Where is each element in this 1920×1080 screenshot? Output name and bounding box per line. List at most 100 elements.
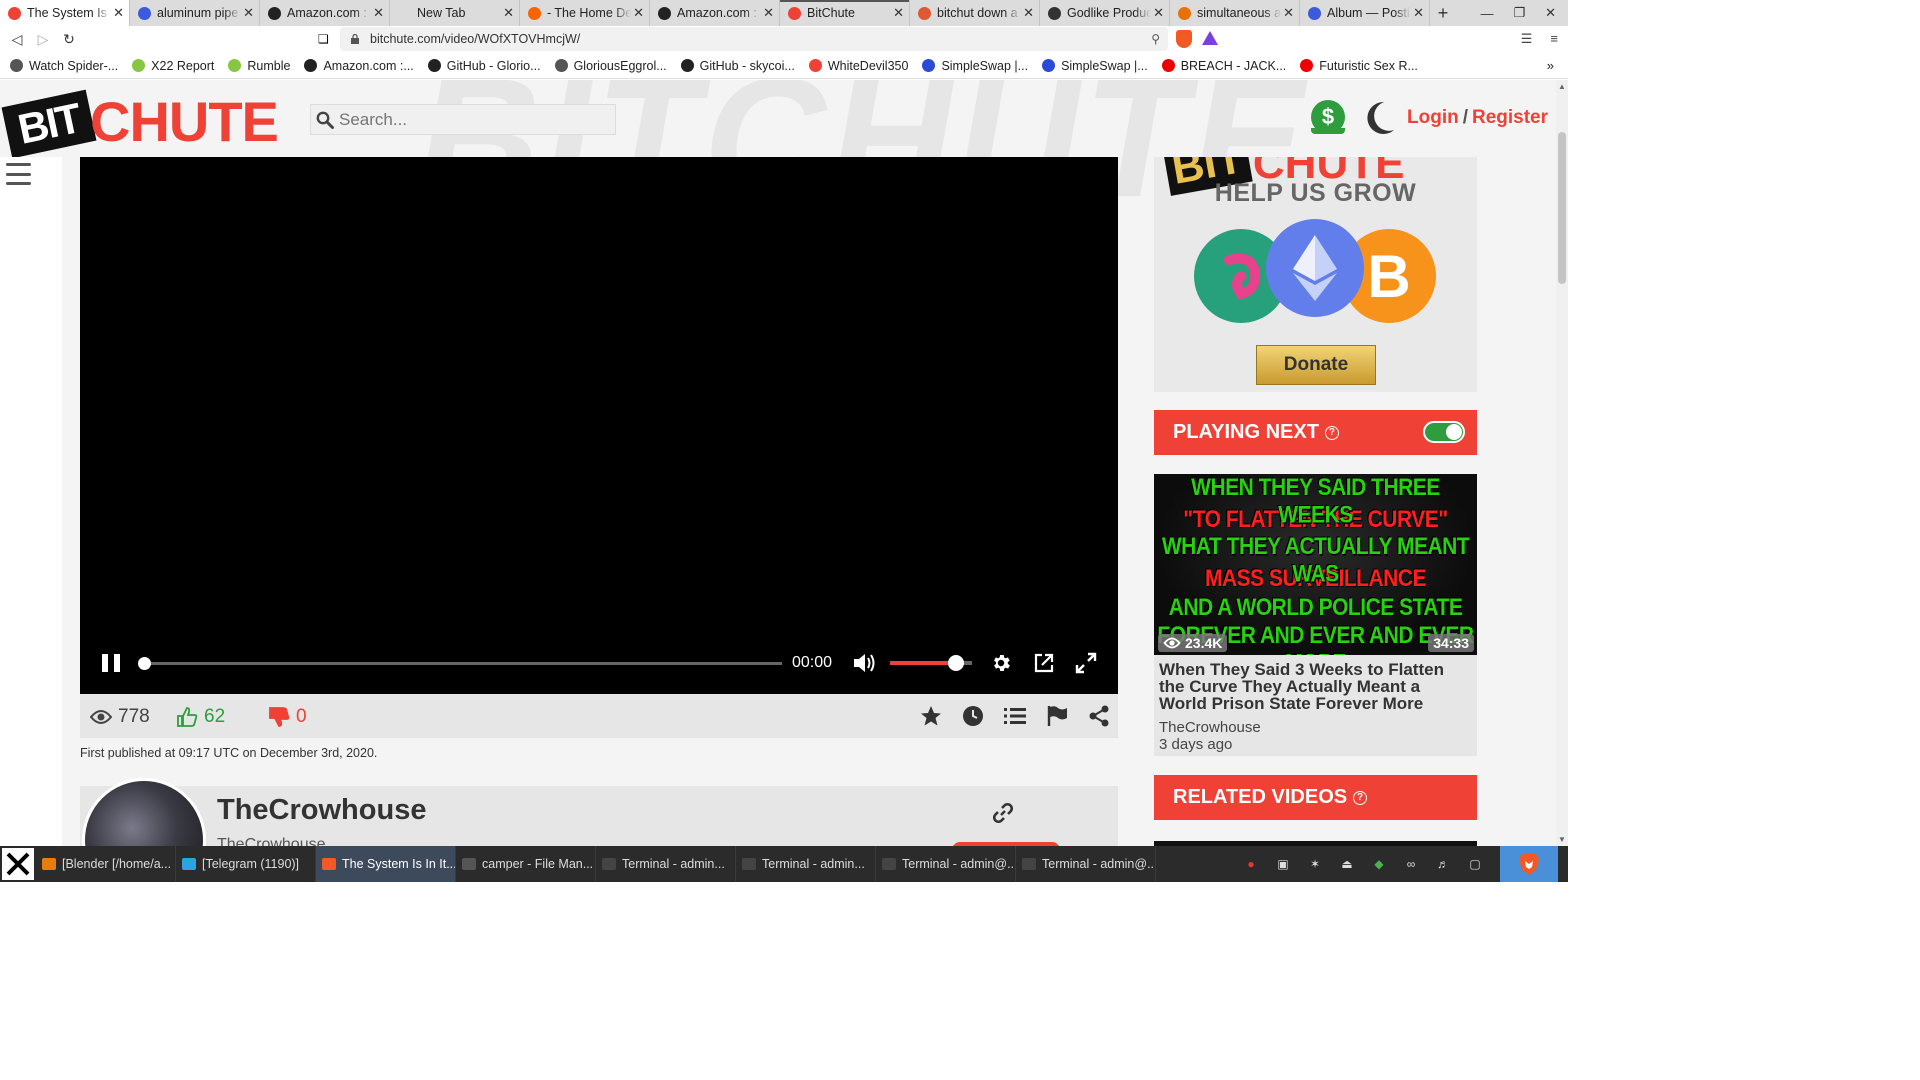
browser-tab[interactable]: Godlike Produc ✕ [1040,0,1170,26]
paperclip-icon[interactable]: ∞ [1404,857,1418,871]
shield-icon[interactable]: ◆ [1372,857,1386,871]
eject-icon[interactable]: ⏏ [1340,857,1354,871]
new-tab-button[interactable]: + [1430,0,1456,26]
donate-banner[interactable]: BIT CHUTE HELP US GROW B Donate [1154,157,1477,392]
taskbar-window-button[interactable]: [Telegram (1190)] [176,846,316,882]
bookmark-item[interactable]: BREACH - JACK... [1161,59,1286,73]
taskbar-window-button[interactable]: [Blender [/home/a... [36,846,176,882]
share-icon[interactable] [1088,705,1110,727]
next-video-channel[interactable]: TheCrowhouse [1159,719,1261,736]
url-bar[interactable]: bitchute.com/video/WOfXTOVHmcjW/ ⚲ [340,27,1168,51]
tab-close-icon[interactable]: ✕ [1283,5,1294,21]
volume-handle[interactable] [947,655,964,671]
taskbar-window-button[interactable]: Terminal - admin@... [876,846,1016,882]
start-menu-x-icon[interactable] [0,846,36,882]
channel-name[interactable]: TheCrowhouse [217,794,426,827]
display-icon[interactable]: ▢ [1468,857,1482,871]
minimize-icon[interactable]: — [1480,6,1493,21]
browser-tab[interactable]: - The Home Depot✕ [520,0,650,26]
bitchute-logo[interactable]: BIT CHUTE [1,89,291,159]
bookmark-item[interactable]: X22 Report [132,59,214,73]
seek-handle[interactable] [138,657,151,670]
taskbar-window-button[interactable]: Terminal - admin... [596,846,736,882]
flag-icon[interactable] [1046,705,1068,727]
tab-close-icon[interactable]: ✕ [113,5,124,21]
browser-tab[interactable]: The System Is In It✕ [0,0,130,26]
browser-tab[interactable]: Album — Posti ✕ [1300,0,1430,26]
browser-tab[interactable]: Amazon.com : A ✕ [650,0,780,26]
scroll-down-icon[interactable]: ▼ [1558,835,1566,844]
watch-later-clock-icon[interactable] [962,705,984,727]
next-video-card[interactable]: FOREVER AND EVER AND EVER MOREAND A WORL… [1154,474,1477,756]
forward-button[interactable]: ▷ [30,27,56,53]
dislike-button[interactable]: 0 [268,706,307,728]
brave-tray-icon[interactable] [1500,846,1558,882]
bookmark-item[interactable]: GitHub - skycoi... [680,59,795,73]
bookmark-item[interactable]: SimpleSwap |... [922,59,1028,73]
playlist-icon[interactable] [1004,705,1026,727]
taskbar-window-button[interactable]: Terminal - admin... [736,846,876,882]
tab-close-icon[interactable]: ✕ [1153,5,1164,21]
donate-button[interactable]: Donate [1256,345,1376,385]
tab-close-icon[interactable]: ✕ [763,5,774,21]
seek-bar[interactable] [138,657,782,670]
bookmark-item[interactable]: Amazon.com :... [304,59,414,73]
back-button[interactable]: ◁ [4,27,30,53]
bookmark-item[interactable]: GloriousEggrol... [554,59,667,73]
volume-slider[interactable] [890,655,972,671]
tab-close-icon[interactable]: ✕ [1413,5,1424,21]
bookmark-item[interactable]: GitHub - Glorio... [427,59,541,73]
help-icon[interactable]: ? [1324,425,1339,440]
reload-button[interactable]: ↻ [56,27,82,53]
browser-tab[interactable]: BitChute ✕ [780,0,910,26]
bookmark-item[interactable]: Watch Spider-... [10,59,118,73]
record-icon[interactable]: ● [1244,857,1258,871]
tab-close-icon[interactable]: ✕ [893,5,904,21]
favorite-star-icon[interactable] [920,705,942,727]
page-scrollbar[interactable]: ▲ ▼ [1556,80,1568,846]
next-video-title[interactable]: When They Said 3 Weeks to Flatten the Cu… [1159,661,1469,712]
speaker-icon[interactable]: ♬ [1436,857,1450,871]
browser-tab[interactable]: Amazon.com : \ ✕ [260,0,390,26]
like-button[interactable]: 62 [176,706,225,728]
brave-shield-icon[interactable] [1176,30,1192,48]
channel-avatar[interactable] [82,778,206,846]
media-icon[interactable]: ☰ [1521,31,1533,47]
next-video-thumbnail[interactable]: FOREVER AND EVER AND EVER MOREAND A WORL… [1154,474,1477,655]
bookmark-page-icon[interactable]: ❏ [318,32,329,46]
scrollbar-thumb[interactable] [1558,132,1566,284]
search-box[interactable] [310,104,616,135]
browser-tab[interactable]: aluminum pipe ✕ [130,0,260,26]
tab-close-icon[interactable]: ✕ [373,5,384,21]
close-window-icon[interactable]: ✕ [1545,5,1556,21]
tab-close-icon[interactable]: ✕ [633,5,644,21]
browser-tab[interactable]: New Tab ✕ [390,0,520,26]
autoplay-toggle[interactable] [1423,421,1465,443]
clipboard-icon[interactable]: ▣ [1276,857,1290,871]
browser-tab[interactable]: simultaneous a ✕ [1170,0,1300,26]
search-input[interactable] [339,109,599,130]
bluetooth-icon[interactable]: ✶ [1308,857,1322,871]
link-chain-icon[interactable] [992,802,1014,824]
bookmark-item[interactable]: WhiteDevil350 [808,59,908,73]
menu-icon[interactable]: ≡ [1550,31,1558,47]
zoom-icon[interactable]: ⚲ [1151,32,1160,46]
pause-icon[interactable] [102,654,120,672]
brave-rewards-icon[interactable] [1202,31,1218,45]
settings-gear-icon[interactable] [990,652,1012,674]
popout-icon[interactable] [1033,652,1055,674]
bookmark-item[interactable]: Futuristic Sex R... [1300,59,1418,73]
taskbar-window-button[interactable]: The System Is In It... [316,846,456,882]
register-link[interactable]: Register [1472,107,1548,128]
login-link[interactable]: Login [1407,107,1459,128]
tab-close-icon[interactable]: ✕ [1023,5,1034,21]
browser-tab[interactable]: bitchut down a ✕ [910,0,1040,26]
video-player[interactable]: 00:00 [80,157,1118,694]
tab-close-icon[interactable]: ✕ [243,5,254,21]
dark-mode-moon-icon[interactable] [1362,100,1396,136]
taskbar-window-button[interactable]: Terminal - admin@... [1016,846,1156,882]
bookmark-item[interactable]: SimpleSwap |... [1042,59,1148,73]
scroll-up-icon[interactable]: ▲ [1558,82,1566,91]
maximize-icon[interactable]: ❐ [1513,5,1525,21]
taskbar-window-button[interactable]: camper - File Man... [456,846,596,882]
